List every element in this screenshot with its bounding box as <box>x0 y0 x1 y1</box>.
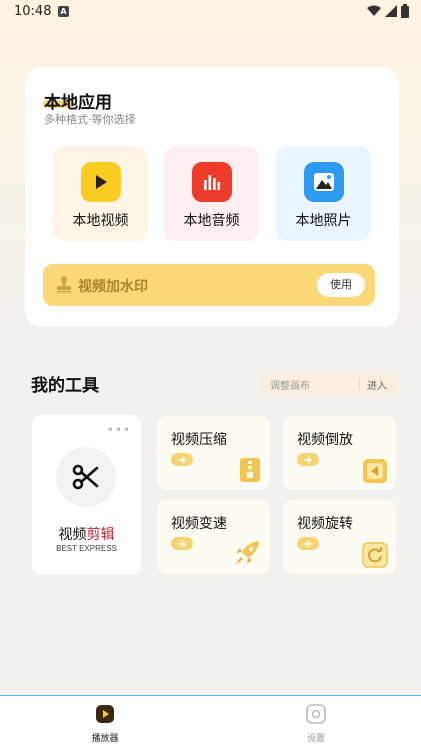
video-edit-name-b: 剪辑 <box>86 527 115 543</box>
signal-icon <box>385 5 397 17</box>
status-bar: 10:48 A <box>0 0 421 24</box>
tool-label: 视频压缩 <box>171 432 227 448</box>
watermark-label: 视频加水印 <box>78 279 148 295</box>
scissors-icon <box>56 447 116 507</box>
local-photo-label: 本地照片 <box>295 213 352 229</box>
more-dots-icon[interactable]: ••• <box>107 423 131 437</box>
tool-video-rotate[interactable]: 视频旋转 <box>283 500 396 574</box>
bottom-tab-bar: 播放器 设置 <box>0 695 421 748</box>
video-edit-name-a: 视频 <box>58 527 87 543</box>
tool-video-compress[interactable]: 视频压缩 <box>157 416 270 490</box>
local-photo-tile[interactable]: 本地照片 <box>276 146 371 241</box>
photo-icon <box>304 162 344 202</box>
audio-bars-icon <box>192 162 232 202</box>
arrow-right-icon <box>297 537 319 550</box>
tools-search-enter[interactable]: 进入 <box>367 377 387 392</box>
video-edit-name: 视频剪辑 <box>32 524 141 544</box>
tool-label: 视频倒放 <box>297 432 353 448</box>
local-audio-label: 本地音频 <box>183 213 240 229</box>
rewind-icon <box>363 459 387 483</box>
tools-search[interactable]: 调整画布 进入 <box>259 373 398 395</box>
arrow-right-icon <box>171 453 193 466</box>
watermark-bar[interactable]: 视频加水印 使用 <box>43 264 375 306</box>
local-apps-subtitle: 多种格式·等你选择 <box>44 113 136 126</box>
video-edit-card[interactable]: ••• 视频剪辑 BEST EXPRESS <box>32 415 141 575</box>
zip-file-icon <box>240 458 260 482</box>
tool-label: 视频变速 <box>171 516 227 532</box>
settings-tab-icon <box>306 704 326 724</box>
local-video-label: 本地视频 <box>72 213 129 229</box>
local-apps-card: 本地应用 多种格式·等你选择 本地视频 本地音频 本地照片 视频加水印 使用 <box>25 67 399 327</box>
tool-video-reverse[interactable]: 视频倒放 <box>283 416 396 490</box>
wifi-icon <box>367 5 381 16</box>
tool-video-speed[interactable]: 视频变速 <box>157 500 270 574</box>
local-apps-title: 本地应用 <box>44 93 112 113</box>
notification-icon: A <box>58 6 69 17</box>
rotate-icon <box>362 542 388 568</box>
arrow-right-icon <box>171 537 193 550</box>
rocket-icon <box>235 541 259 565</box>
stamp-icon <box>57 276 71 293</box>
local-audio-tile[interactable]: 本地音频 <box>164 146 259 241</box>
arrow-right-icon <box>297 453 319 466</box>
video-edit-subtitle: BEST EXPRESS <box>56 544 117 553</box>
tool-label: 视频旋转 <box>297 516 353 532</box>
tools-search-placeholder: 调整画布 <box>270 381 310 392</box>
status-icons <box>367 4 409 18</box>
play-icon <box>81 162 121 202</box>
tab-player[interactable]: 播放器 <box>75 704 135 744</box>
tools-title: 我的工具 <box>31 376 99 396</box>
tab-settings[interactable]: 设置 <box>286 704 346 744</box>
player-tab-icon <box>96 705 114 723</box>
tab-player-label: 播放器 <box>91 734 119 744</box>
watermark-use-button[interactable]: 使用 <box>317 273 365 297</box>
local-video-tile[interactable]: 本地视频 <box>53 146 148 241</box>
battery-icon <box>401 4 409 18</box>
status-time: 10:48 <box>14 4 52 19</box>
tab-settings-label: 设置 <box>306 734 325 744</box>
search-divider <box>359 378 360 390</box>
